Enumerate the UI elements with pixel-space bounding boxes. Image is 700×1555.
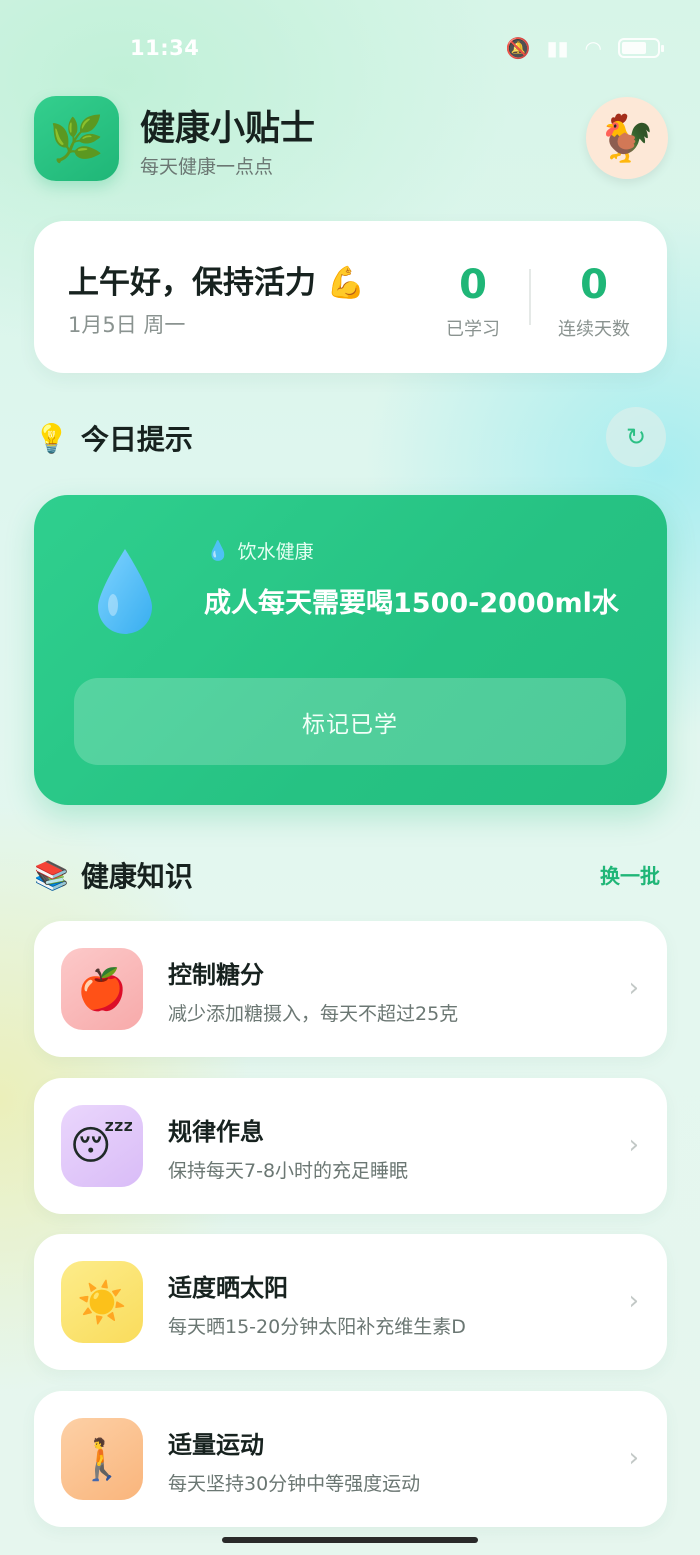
stat-learned-label: 已学习 bbox=[446, 319, 500, 340]
stat-learned-value: 0 bbox=[459, 262, 487, 308]
swap-batch-link[interactable]: 换一批 bbox=[600, 860, 660, 889]
battery-icon bbox=[618, 38, 664, 58]
apple-icon: 🍎 bbox=[61, 948, 143, 1030]
mute-icon: 🔕 bbox=[505, 36, 531, 60]
small-drop-icon: 💧 bbox=[206, 540, 230, 562]
chevron-right-icon: › bbox=[628, 1130, 639, 1160]
app-logo: 🌿 bbox=[34, 96, 119, 181]
water-drop-icon bbox=[98, 549, 152, 634]
knowledge-item-sun[interactable]: ☀️ 适度晒太阳 每天晒15-20分钟太阳补充维生素D › bbox=[34, 1234, 667, 1370]
greeting-text: 上午好，保持活力 💪 bbox=[68, 265, 366, 301]
knowledge-item-desc: 减少添加糖摄入，每天不超过25克 bbox=[168, 1003, 459, 1025]
knowledge-item-desc: 保持每天7-8小时的充足睡眠 bbox=[168, 1160, 409, 1182]
status-bar: 11:34 🔕 ▮▮ ◠ bbox=[0, 0, 700, 96]
knowledge-item-sugar[interactable]: 🍎 控制糖分 减少添加糖摄入，每天不超过25克 › bbox=[34, 921, 667, 1057]
knowledge-item-exercise[interactable]: 🚶 适量运动 每天坚持30分钟中等强度运动 › bbox=[34, 1391, 667, 1527]
tip-category: 💧 饮水健康 bbox=[206, 537, 314, 564]
knowledge-item-desc: 每天坚持30分钟中等强度运动 bbox=[168, 1473, 421, 1495]
avatar[interactable]: 🐓 bbox=[586, 97, 668, 179]
signal-icon: ▮▮ bbox=[546, 36, 569, 60]
knowledge-item-sleep[interactable]: 😴 规律作息 保持每天7-8小时的充足睡眠 › bbox=[34, 1078, 667, 1214]
sleeping-face-icon: 😴 bbox=[61, 1105, 143, 1187]
walking-icon: 🚶 bbox=[61, 1418, 143, 1500]
app-subtitle: 每天健康一点点 bbox=[140, 156, 274, 178]
chevron-right-icon: › bbox=[628, 973, 639, 1003]
status-time: 11:34 bbox=[130, 36, 200, 60]
mark-learned-button[interactable]: 标记已学 bbox=[74, 678, 626, 765]
chevron-right-icon: › bbox=[628, 1443, 639, 1473]
stat-divider bbox=[529, 269, 531, 325]
today-section-title: 💡 今日提示 bbox=[34, 418, 193, 458]
knowledge-item-title: 适量运动 bbox=[168, 1431, 264, 1459]
tip-category-label: 饮水健康 bbox=[237, 541, 314, 563]
today-title: 今日提示 bbox=[80, 423, 193, 456]
knowledge-item-title: 适度晒太阳 bbox=[168, 1274, 288, 1302]
knowledge-item-desc: 每天晒15-20分钟太阳补充维生素D bbox=[168, 1316, 466, 1338]
refresh-icon: ↻ bbox=[625, 423, 647, 451]
leaf-icon: 🌿 bbox=[49, 113, 104, 165]
app-title: 健康小贴士 bbox=[140, 109, 316, 149]
sun-icon: ☀️ bbox=[61, 1261, 143, 1343]
wifi-icon: ◠ bbox=[584, 36, 602, 60]
knowledge-item-title: 规律作息 bbox=[168, 1118, 264, 1146]
tip-card: 💧 饮水健康 成人每天需要喝1500-2000ml水 标记已学 bbox=[34, 495, 667, 805]
lightbulb-icon: 💡 bbox=[34, 421, 69, 455]
knowledge-title: 健康知识 bbox=[80, 860, 193, 893]
stat-streak-value: 0 bbox=[580, 262, 608, 308]
greeting-card: 上午好，保持活力 💪 1月5日 周一 0 已学习 0 连续天数 bbox=[34, 221, 667, 373]
knowledge-section-title: 📚 健康知识 bbox=[34, 855, 193, 895]
refresh-button[interactable]: ↻ bbox=[606, 407, 666, 467]
knowledge-item-title: 控制糖分 bbox=[168, 961, 264, 989]
stat-streak-label: 连续天数 bbox=[558, 319, 630, 340]
rooster-icon: 🐓 bbox=[598, 110, 656, 165]
home-indicator[interactable] bbox=[222, 1537, 478, 1543]
status-icons: 🔕 ▮▮ ◠ bbox=[505, 36, 664, 60]
stat-learned: 0 已学习 bbox=[418, 261, 528, 341]
tip-text: 成人每天需要喝1500-2000ml水 bbox=[204, 588, 619, 619]
chevron-right-icon: › bbox=[628, 1286, 639, 1316]
greeting-date: 1月5日 周一 bbox=[68, 313, 186, 337]
books-icon: 📚 bbox=[34, 858, 69, 892]
stat-streak: 0 连续天数 bbox=[539, 261, 649, 341]
